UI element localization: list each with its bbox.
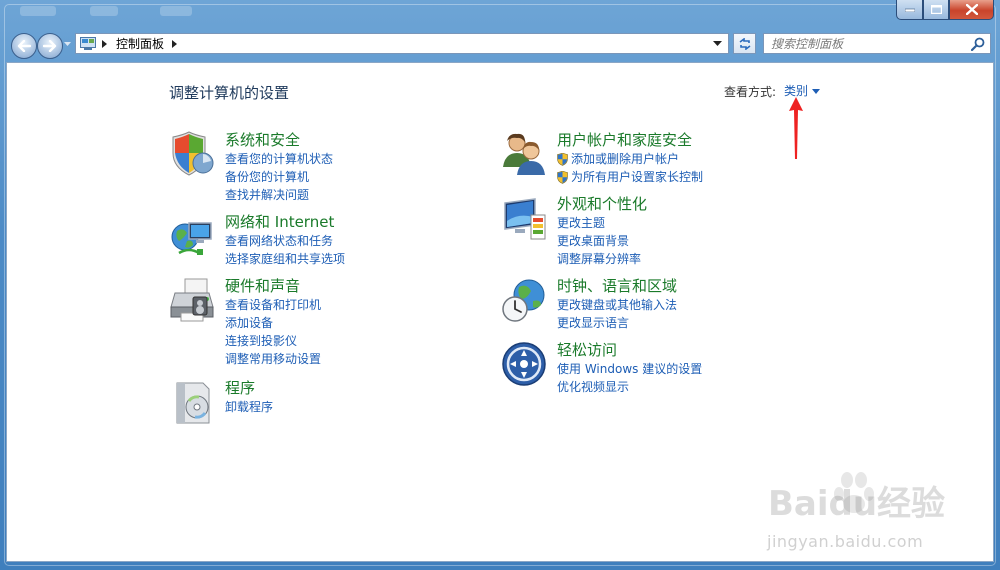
category-link-text: 添加或删除用户帐户 bbox=[571, 152, 680, 166]
breadcrumb-separator-icon[interactable] bbox=[172, 39, 178, 48]
back-button[interactable] bbox=[11, 33, 37, 59]
breadcrumb-separator-icon[interactable] bbox=[102, 39, 108, 48]
category-title[interactable]: 外观和个性化 bbox=[557, 193, 647, 214]
recent-pages-chevron-icon[interactable] bbox=[64, 42, 71, 47]
category-title[interactable]: 用户帐户和家庭安全 bbox=[557, 129, 692, 150]
category-link[interactable]: 查看您的计算机状态 bbox=[225, 150, 333, 168]
category-link[interactable]: 更改桌面背景 bbox=[557, 232, 641, 250]
page-title: 调整计算机的设置 bbox=[169, 84, 290, 102]
network-icon[interactable] bbox=[169, 213, 215, 259]
category-title[interactable]: 时钟、语言和区域 bbox=[557, 275, 677, 296]
address-dropdown-icon[interactable] bbox=[713, 40, 722, 47]
title-bar-blur bbox=[20, 6, 56, 16]
programs-icon[interactable] bbox=[169, 379, 215, 425]
category-link-text: 为所有用户设置家长控制 bbox=[571, 170, 704, 184]
users-icon[interactable] bbox=[501, 131, 547, 177]
category-title[interactable]: 硬件和声音 bbox=[225, 275, 300, 296]
category-link[interactable]: 调整常用移动设置 bbox=[225, 350, 321, 368]
maximize-icon bbox=[930, 5, 942, 14]
refresh-button[interactable] bbox=[733, 33, 756, 54]
category-link[interactable]: 添加或删除用户帐户 bbox=[557, 150, 703, 168]
category-title[interactable]: 程序 bbox=[225, 377, 255, 398]
category-link[interactable]: 调整屏幕分辨率 bbox=[557, 250, 641, 268]
category-link[interactable]: 连接到投影仪 bbox=[225, 332, 321, 350]
search-input[interactable] bbox=[769, 35, 963, 52]
refresh-icon bbox=[739, 37, 750, 50]
category-link[interactable]: 查看网络状态和任务 bbox=[225, 232, 345, 250]
uac-shield-icon bbox=[557, 152, 568, 166]
search-box[interactable] bbox=[763, 33, 991, 54]
minimize-icon bbox=[904, 8, 915, 12]
category-title[interactable]: 网络和 Internet bbox=[225, 211, 334, 232]
title-bar-blur bbox=[90, 6, 118, 16]
category-title[interactable]: 系统和安全 bbox=[225, 129, 300, 150]
shield-icon[interactable] bbox=[169, 131, 215, 177]
back-arrow-icon bbox=[17, 40, 31, 52]
view-by-label: 查看方式: bbox=[724, 85, 777, 99]
category-link[interactable]: 选择家庭组和共享选项 bbox=[225, 250, 345, 268]
minimize-button[interactable] bbox=[896, 0, 923, 20]
chevron-down-icon bbox=[812, 88, 821, 94]
search-icon[interactable] bbox=[971, 37, 985, 51]
category-link[interactable]: 为所有用户设置家长控制 bbox=[557, 168, 703, 186]
category-link[interactable]: 查看设备和打印机 bbox=[225, 296, 321, 314]
ease-of-access-icon[interactable] bbox=[501, 341, 547, 387]
close-icon bbox=[965, 4, 978, 15]
title-bar-blur bbox=[160, 6, 192, 16]
watermark-brand: Baidu经验 bbox=[768, 484, 946, 524]
category-title[interactable]: 轻松访问 bbox=[557, 339, 617, 360]
breadcrumb-control-panel[interactable]: 控制面板 bbox=[116, 35, 164, 52]
category-link[interactable]: 优化视频显示 bbox=[557, 378, 702, 396]
appearance-icon[interactable] bbox=[501, 195, 547, 241]
category-link[interactable]: 卸载程序 bbox=[225, 398, 273, 416]
category-link[interactable]: 更改键盘或其他输入法 bbox=[557, 296, 677, 314]
category-link[interactable]: 使用 Windows 建议的设置 bbox=[557, 360, 702, 378]
maximize-button[interactable] bbox=[923, 0, 949, 20]
category-link[interactable]: 添加设备 bbox=[225, 314, 321, 332]
forward-arrow-icon bbox=[43, 40, 57, 52]
forward-button[interactable] bbox=[37, 33, 63, 59]
clock-globe-icon[interactable] bbox=[501, 277, 547, 323]
category-link[interactable]: 备份您的计算机 bbox=[225, 168, 333, 186]
annotation-arrow-icon bbox=[789, 97, 803, 159]
category-link[interactable]: 更改显示语言 bbox=[557, 314, 677, 332]
watermark-url: jingyan.baidu.com bbox=[767, 532, 924, 551]
address-bar[interactable]: 控制面板 bbox=[75, 33, 729, 54]
category-link[interactable]: 查找并解决问题 bbox=[225, 186, 333, 204]
printer-icon[interactable] bbox=[169, 277, 215, 323]
uac-shield-icon bbox=[557, 170, 568, 184]
control-panel-icon bbox=[80, 36, 96, 50]
close-button[interactable] bbox=[949, 0, 994, 20]
category-link[interactable]: 更改主题 bbox=[557, 214, 641, 232]
